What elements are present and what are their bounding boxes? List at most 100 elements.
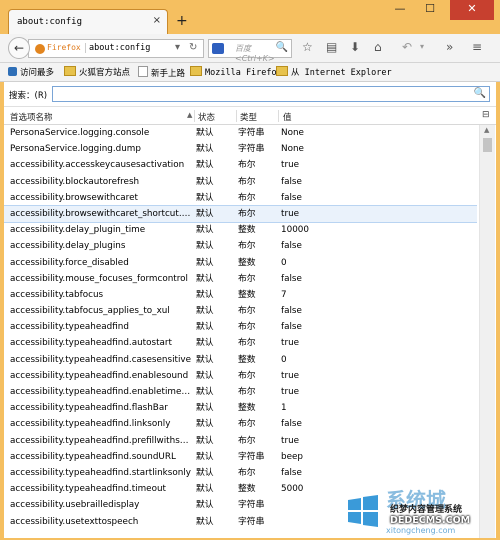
pref-type-cell: 布尔: [238, 387, 256, 397]
table-row[interactable]: accessibility.tabfocus_applies_to_xul 默认 布…: [4, 303, 477, 319]
close-window-button[interactable]: ✕: [450, 0, 494, 20]
table-row[interactable]: accessibility.typeaheadfind.linksonly 默认 布…: [4, 416, 477, 432]
table-row[interactable]: accessibility.tabfocus 默认 整数 7: [4, 287, 477, 303]
column-name[interactable]: 首选项名称: [10, 111, 53, 123]
table-row[interactable]: accessibility.delay_plugin_time 默认 整数 10000: [4, 222, 477, 238]
table-row[interactable]: accessibility.browsewithcaret 默认 布尔 false: [4, 190, 477, 206]
pref-type-cell: 整数: [238, 484, 256, 495]
pref-name-cell: accessibility.typeaheadfind.casesensitiv…: [10, 354, 192, 365]
table-row[interactable]: PersonaService.logging.console 默认 字符串 None: [4, 125, 477, 141]
bookmark-getting-started[interactable]: 新手上路: [138, 66, 185, 79]
pref-type-cell: 布尔: [238, 322, 256, 333]
pref-status-cell: 默认: [196, 484, 214, 495]
pref-status-cell: 默认: [196, 435, 214, 446]
maximize-button[interactable]: ☐: [416, 0, 444, 20]
table-row[interactable]: accessibility.typeaheadfind.prefillwiths…: [4, 433, 477, 449]
watermark-line2: DEDECMS.COM: [390, 515, 471, 526]
undo-menu-icon[interactable]: ▾: [420, 42, 424, 51]
pref-status-cell: 默认: [196, 419, 214, 430]
pref-status-cell: 默认: [196, 387, 214, 397]
watermark: 系统城 织梦内容管理系统 DEDECMS.COM xitongcheng.com: [340, 488, 498, 538]
search-bar[interactable]: 百度 <Ctrl+K> 🔍: [208, 39, 292, 63]
tab-close-icon[interactable]: ×: [153, 15, 161, 26]
home-icon[interactable]: ⌂: [374, 40, 382, 54]
pref-value-cell: false: [281, 176, 302, 187]
table-row[interactable]: accessibility.browsewithcaret_shortcut.e…: [4, 204, 477, 224]
table-row[interactable]: accessibility.delay_plugins 默认 布尔 false: [4, 238, 477, 254]
url-input[interactable]: about:config: [85, 43, 150, 53]
pref-type-cell: 布尔: [238, 176, 256, 187]
bookmark-star-icon[interactable]: ☆: [302, 40, 313, 54]
column-value[interactable]: 值: [283, 111, 292, 123]
pref-value-cell: 1: [281, 403, 287, 414]
table-row[interactable]: accessibility.typeaheadfind 默认 布尔 false: [4, 319, 477, 335]
search-icon[interactable]: 🔍: [474, 88, 486, 99]
table-row[interactable]: PersonaService.logging.dump 默认 字符串 None: [4, 141, 477, 157]
pref-name-cell: accessibility.blockautorefresh: [10, 176, 140, 187]
table-row[interactable]: accessibility.typeaheadfind.soundURL 默认 字符…: [4, 449, 477, 465]
table-row[interactable]: accessibility.typeaheadfind.autostart 默认 布…: [4, 335, 477, 351]
table-row[interactable]: accessibility.typeaheadfind.enablesound 默…: [4, 368, 477, 384]
pref-name-cell: accessibility.typeaheadfind.timeout: [10, 484, 166, 495]
overflow-icon[interactable]: »: [446, 40, 453, 54]
url-bar[interactable]: Firefox about:config ▾ ↻: [28, 39, 204, 58]
table-row[interactable]: accessibility.typeaheadfind.startlinkson…: [4, 465, 477, 481]
pref-type-cell: 整数: [238, 257, 256, 268]
minimize-button[interactable]: —: [386, 0, 414, 20]
bookmark-from-ie[interactable]: 从 Internet Explorer: [276, 66, 392, 78]
pref-name-cell: accessibility.typeaheadfind.enablesound: [10, 370, 189, 381]
scroll-up-icon[interactable]: ▲: [484, 126, 489, 134]
column-type[interactable]: 类型: [240, 111, 257, 123]
table-row[interactable]: accessibility.typeaheadfind.flashBar 默认 整数…: [4, 400, 477, 416]
vertical-scrollbar[interactable]: ▲: [479, 125, 495, 538]
watermark-line1: 织梦内容管理系统: [390, 505, 463, 515]
url-dropdown-icon[interactable]: ▾: [175, 42, 180, 53]
new-tab-button[interactable]: +: [176, 13, 188, 29]
menu-icon[interactable]: ≡: [472, 40, 482, 54]
column-divider[interactable]: [236, 110, 237, 122]
folder-icon: [276, 66, 288, 76]
table-row[interactable]: accessibility.typeaheadfind.casesensitiv…: [4, 352, 477, 368]
reload-icon[interactable]: ↻: [189, 42, 197, 53]
table-row[interactable]: accessibility.blockautorefresh 默认 布尔 false: [4, 174, 477, 190]
column-divider[interactable]: [194, 110, 195, 122]
pref-type-cell: 布尔: [238, 338, 256, 349]
undo-icon[interactable]: ↶: [402, 40, 412, 54]
column-picker-icon[interactable]: ⊟: [482, 110, 490, 120]
scrollbar-thumb[interactable]: [483, 138, 492, 152]
window-frame: about:config × + — ☐ ✕ Firefox about:con…: [0, 0, 500, 540]
pref-name-cell: accessibility.typeaheadfind.enabletimeou…: [10, 387, 192, 397]
identity-label[interactable]: Firefox: [47, 43, 81, 52]
pref-status-cell: 默认: [196, 451, 214, 462]
pref-value-cell: true: [281, 208, 300, 219]
pref-type-cell: 字符串: [238, 128, 265, 138]
tab-about-config[interactable]: about:config ×: [8, 9, 168, 35]
bookmark-mozilla-firefox[interactable]: Mozilla Firefox: [190, 66, 282, 78]
bookmark-firefox-official[interactable]: 火狐官方站点: [64, 66, 130, 78]
column-divider[interactable]: [278, 110, 279, 122]
bookmark-most-visited[interactable]: 访问最多: [8, 66, 54, 78]
table-row[interactable]: accessibility.typeaheadfind.enabletimeou…: [4, 384, 477, 400]
pref-status-cell: 默认: [196, 500, 214, 511]
pref-status-cell: 默认: [196, 467, 214, 478]
pref-value-cell: false: [281, 192, 302, 203]
filter-label: 搜索：(R): [9, 91, 48, 101]
table-row[interactable]: accessibility.accesskeycausesactivation 默…: [4, 157, 477, 173]
baidu-engine-icon[interactable]: [212, 43, 224, 54]
pref-status-cell: 默认: [196, 306, 214, 317]
pref-type-cell: 布尔: [238, 467, 256, 478]
table-row[interactable]: accessibility.mouse_focuses_formcontrol 默…: [4, 271, 477, 287]
pref-value-cell: true: [281, 435, 300, 446]
pref-value-cell: beep: [281, 451, 303, 462]
library-icon[interactable]: ▤: [326, 40, 337, 54]
back-button[interactable]: ←: [8, 37, 30, 59]
pref-type-cell: 布尔: [238, 419, 256, 430]
table-row[interactable]: accessibility.force_disabled 默认 整数 0: [4, 255, 477, 271]
pref-type-cell: 整数: [238, 354, 256, 365]
pref-name-cell: accessibility.delay_plugins: [10, 241, 126, 252]
filter-input[interactable]: 🔍: [52, 86, 490, 102]
column-status[interactable]: 状态: [198, 111, 215, 123]
download-icon[interactable]: ⬇: [350, 40, 360, 54]
search-go-icon[interactable]: 🔍: [276, 42, 288, 53]
pref-value-cell: false: [281, 419, 302, 430]
